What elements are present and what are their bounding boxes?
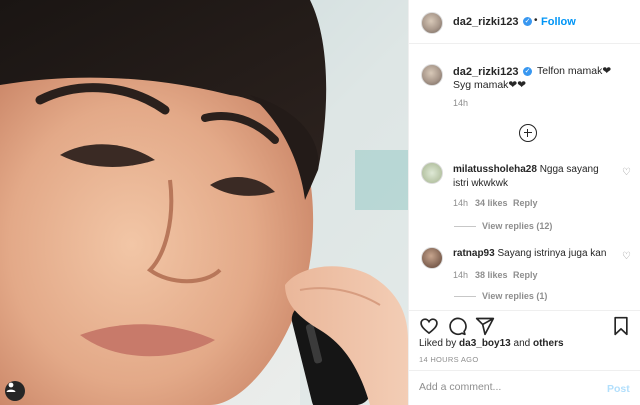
- comment-username[interactable]: milatussholeha28: [453, 164, 537, 175]
- post-comment-button[interactable]: Post: [607, 383, 630, 395]
- post-header: da2_rizki123 ✓ • Follow: [409, 0, 640, 44]
- add-comment-input[interactable]: [419, 381, 589, 393]
- liked-by-line: Liked by da3_boy13 and others: [419, 338, 564, 349]
- bookmark-icon[interactable]: [612, 316, 630, 341]
- load-more-comments-icon[interactable]: [519, 124, 537, 142]
- comment-reply-button[interactable]: Reply: [513, 198, 538, 208]
- action-bar: Liked by da3_boy13 and others 14 HOURS A…: [409, 310, 640, 364]
- comment-avatar[interactable]: [421, 162, 443, 184]
- separator-dot: •: [534, 15, 538, 26]
- comment-like-icon[interactable]: ♡: [622, 251, 631, 262]
- post-side-panel: da2_rizki123 ✓ • Follow da2_rizki123 ✓ T…: [408, 0, 640, 405]
- comment-text: ratnap93 Sayang istrinya juga kan: [453, 247, 613, 261]
- comment-username[interactable]: ratnap93: [453, 248, 495, 259]
- liked-by-user[interactable]: da3_boy13: [459, 338, 511, 349]
- comment-time: 14h: [453, 198, 469, 208]
- caption-line-1: Telfon mamak❤: [537, 65, 612, 77]
- author-username[interactable]: da2_rizki123: [453, 16, 518, 28]
- view-replies-button[interactable]: View replies (12): [482, 221, 552, 231]
- post-photo: [0, 0, 408, 405]
- user-tag-icon[interactable]: [5, 381, 25, 401]
- comment-likes[interactable]: 38 likes: [475, 270, 508, 280]
- caption-line-2: Syg mamak❤❤: [453, 79, 527, 91]
- liked-by-prefix: Liked by: [419, 338, 457, 349]
- follow-button[interactable]: Follow: [541, 16, 576, 28]
- verified-badge-icon: ✓: [523, 17, 532, 26]
- post-timestamp: 14 HOURS AGO: [419, 355, 479, 364]
- liked-by-others[interactable]: others: [533, 338, 564, 349]
- comment-avatar[interactable]: [421, 247, 443, 269]
- caption-avatar[interactable]: [421, 64, 443, 86]
- caption-time: 14h: [453, 98, 469, 108]
- comment-reply-button[interactable]: Reply: [513, 270, 538, 280]
- comment-likes[interactable]: 34 likes: [475, 198, 508, 208]
- replies-divider: [454, 226, 476, 227]
- author-avatar[interactable]: [421, 12, 443, 34]
- comment-like-icon[interactable]: ♡: [622, 167, 631, 178]
- liked-by-conj: and: [513, 338, 531, 349]
- caption-username[interactable]: da2_rizki123: [453, 66, 518, 78]
- comment-body: Sayang istrinya juga kan: [497, 248, 607, 259]
- view-replies-button[interactable]: View replies (1): [482, 291, 547, 301]
- replies-divider: [454, 296, 476, 297]
- add-comment-bar: Post: [409, 370, 640, 405]
- selfie-illustration: [0, 0, 408, 405]
- comment-text: milatussholeha28 Ngga sayang istri wkwkw…: [453, 163, 613, 191]
- comment-time: 14h: [453, 270, 469, 280]
- verified-badge-icon: ✓: [523, 67, 532, 76]
